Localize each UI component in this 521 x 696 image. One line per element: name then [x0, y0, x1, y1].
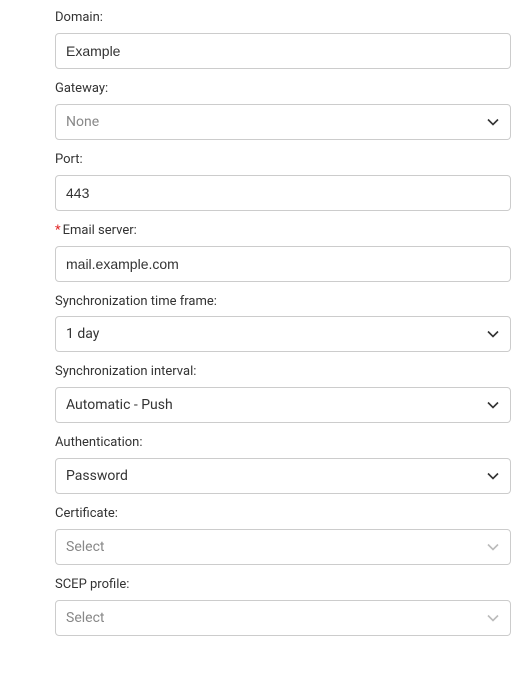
label-port: Port:	[55, 152, 511, 169]
field-gateway: Gateway: None	[55, 81, 511, 140]
label-domain: Domain:	[55, 10, 511, 27]
domain-input[interactable]	[55, 33, 511, 69]
scep-profile-select-text: Select	[66, 610, 104, 626]
field-email-server: *Email server:	[55, 223, 511, 282]
label-scep-profile: SCEP profile:	[55, 577, 511, 594]
gateway-select[interactable]: None	[55, 104, 511, 140]
label-email-server: *Email server:	[55, 223, 511, 240]
certificate-select-text: Select	[66, 539, 104, 555]
label-sync-interval: Synchronization interval:	[55, 364, 511, 381]
certificate-select-wrap: Select	[55, 529, 511, 565]
sync-interval-select-text: Automatic - Push	[66, 397, 173, 413]
settings-form: Domain: Gateway: None Port: *Email serve…	[0, 0, 521, 664]
field-port: Port:	[55, 152, 511, 211]
field-sync-interval: Synchronization interval: Automatic - Pu…	[55, 364, 511, 423]
certificate-select[interactable]: Select	[55, 529, 511, 565]
sync-interval-select[interactable]: Automatic - Push	[55, 387, 511, 423]
label-certificate: Certificate:	[55, 506, 511, 523]
port-input[interactable]	[55, 175, 511, 211]
email-server-input[interactable]	[55, 246, 511, 282]
field-authentication: Authentication: Password	[55, 435, 511, 494]
field-scep-profile: SCEP profile: Select	[55, 577, 511, 636]
scep-profile-select-wrap: Select	[55, 600, 511, 636]
sync-timeframe-select-text: 1 day	[66, 326, 99, 342]
sync-timeframe-select[interactable]: 1 day	[55, 316, 511, 352]
scep-profile-select[interactable]: Select	[55, 600, 511, 636]
sync-timeframe-select-wrap: 1 day	[55, 316, 511, 352]
gateway-select-wrap: None	[55, 104, 511, 140]
authentication-select-wrap: Password	[55, 458, 511, 494]
authentication-select-text: Password	[66, 468, 128, 484]
field-certificate: Certificate: Select	[55, 506, 511, 565]
field-domain: Domain:	[55, 10, 511, 69]
label-authentication: Authentication:	[55, 435, 511, 452]
field-sync-timeframe: Synchronization time frame: 1 day	[55, 294, 511, 353]
required-star: *	[55, 223, 61, 238]
label-sync-timeframe: Synchronization time frame:	[55, 294, 511, 311]
label-email-server-text: Email server:	[63, 223, 137, 238]
gateway-select-text: None	[66, 114, 99, 130]
authentication-select[interactable]: Password	[55, 458, 511, 494]
sync-interval-select-wrap: Automatic - Push	[55, 387, 511, 423]
label-gateway: Gateway:	[55, 81, 511, 98]
